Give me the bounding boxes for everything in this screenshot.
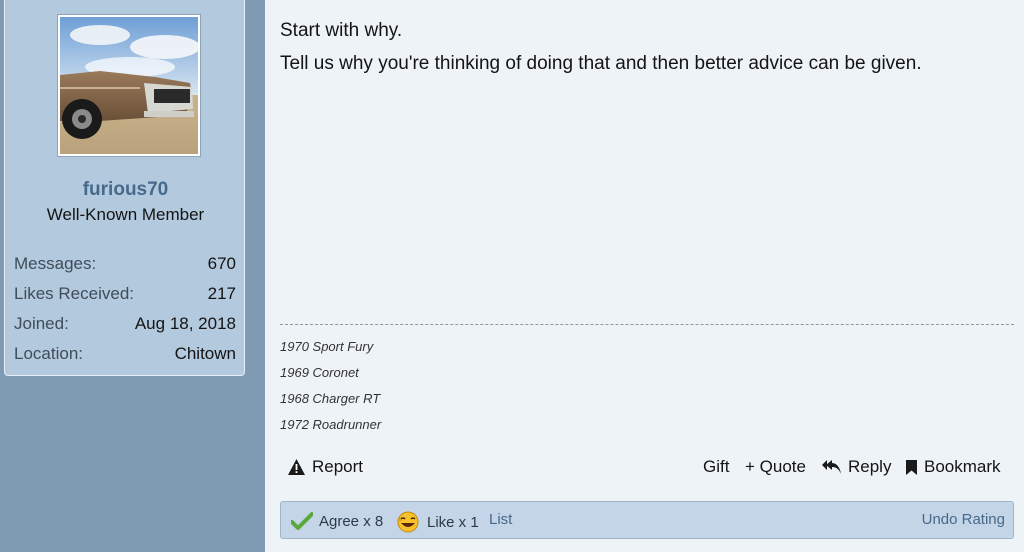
post-text-line: Tell us why you're thinking of doing tha… xyxy=(280,53,922,74)
quote-button[interactable]: + Quote xyxy=(745,457,806,477)
gift-button[interactable]: Gift xyxy=(703,457,729,477)
signature-line: 1972 Roadrunner xyxy=(280,417,382,432)
reply-button[interactable]: Reply xyxy=(822,457,891,477)
stat-label: Joined: xyxy=(14,314,69,333)
report-button[interactable]: Report xyxy=(287,457,363,477)
stat-value[interactable]: 670 xyxy=(208,254,236,274)
avatar[interactable] xyxy=(58,15,200,156)
reply-label: Reply xyxy=(848,457,892,476)
reaction-like[interactable]: Like x 1 xyxy=(395,511,479,533)
signature-line: 1970 Sport Fury xyxy=(280,339,374,354)
gift-label: Gift xyxy=(703,457,730,476)
stat-value[interactable]: Chitown xyxy=(175,344,236,364)
signature-line: 1969 Coronet xyxy=(280,365,359,380)
stat-value: Aug 18, 2018 xyxy=(134,314,236,333)
undo-rating-link[interactable]: Undo Rating xyxy=(922,511,1005,528)
stat-messages: Messages: 670 xyxy=(14,254,236,278)
reply-all-icon xyxy=(822,460,841,474)
stat-joined: Joined: Aug 18, 2018 xyxy=(14,314,236,338)
bookmark-button[interactable]: Bookmark xyxy=(905,457,1001,477)
stat-value: 217 xyxy=(207,284,236,303)
stat-label: Location: xyxy=(14,344,83,363)
report-label: Report xyxy=(312,457,364,476)
user-title: Well-Known Member xyxy=(46,205,205,224)
reactions-list-link[interactable]: List xyxy=(489,511,512,528)
bookmark-label: Bookmark xyxy=(924,457,1001,476)
post-text-line: Start with why. xyxy=(280,20,403,41)
reaction-like-label: Like x 1 xyxy=(427,513,479,531)
user-sidebar: furious70 Well-Known Member Messages: 67… xyxy=(0,0,265,552)
checkmark-icon xyxy=(291,512,313,530)
stat-location: Location: Chitown xyxy=(14,344,236,368)
quote-label: + Quote xyxy=(745,457,806,476)
reactions-list-label: List xyxy=(489,511,513,528)
bookmark-icon xyxy=(906,459,917,475)
stat-likes-received: Likes Received: 217 xyxy=(14,284,236,308)
laughing-emoji-icon xyxy=(397,511,419,533)
post-main: Start with why. Tell us why you're think… xyxy=(265,0,1024,552)
avatar-car-image xyxy=(60,17,198,154)
undo-rating-label: Undo Rating xyxy=(921,511,1005,528)
reaction-agree-label: Agree x 8 xyxy=(319,512,384,530)
username-link[interactable]: furious70 xyxy=(5,179,246,201)
signature-divider xyxy=(280,324,1014,325)
stat-label: Likes Received: xyxy=(14,284,135,303)
signature-line: 1968 Charger RT xyxy=(280,391,381,406)
reaction-agree[interactable]: Agree x 8 xyxy=(291,511,383,531)
stat-label: Messages: xyxy=(14,254,97,273)
reactions-bar: Agree x 8 Like x 1 List Undo Rating xyxy=(280,501,1014,539)
warning-icon xyxy=(288,459,305,475)
user-card: furious70 Well-Known Member Messages: 67… xyxy=(4,0,245,376)
